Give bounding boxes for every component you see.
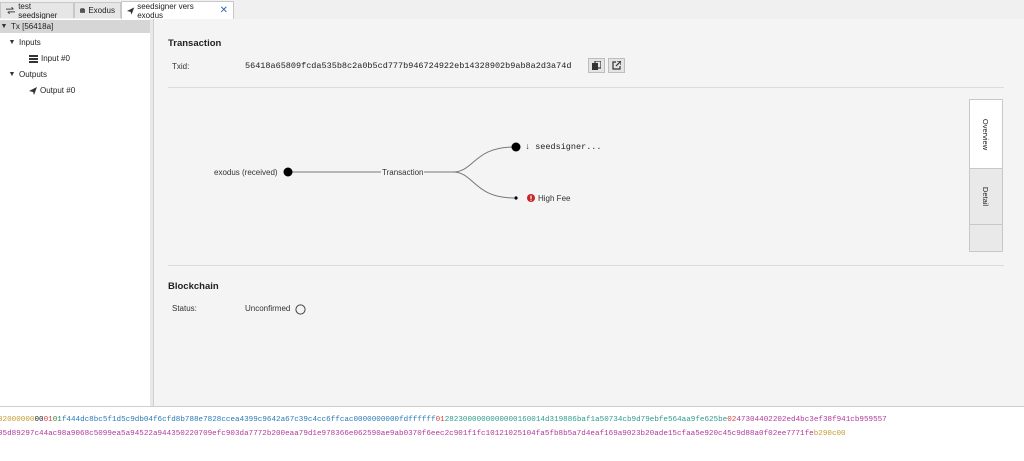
tree-sidebar: ▼ Tx [56418a] ▼ Inputs Input #0 ▼ Output… [0,19,151,406]
hex-line-2: 05d89297c44ac98a9068c5099ea5a94522a94435… [0,427,846,441]
raw-hex-panel[interactable]: 02000000000101f444dc8bc5f1d5c9db04f6cfd8… [0,406,1024,461]
hex-segment: 01 [43,416,53,424]
graph-fee-label: High Fee [538,194,571,203]
tab-bar: test seedsigner Exodus seedsigner vers e… [0,0,1024,20]
unconfirmed-circle-icon [295,304,306,315]
hex-segment: f444dc8bc5f1d5c9db04f6cfd8b788e7828ccea4… [61,416,354,424]
tab-detail-label: Detail [981,186,991,207]
graph-source-label: exodus (received) [214,168,278,177]
divider [168,265,1004,266]
hex-line-1: 02000000000101f444dc8bc5f1d5c9db04f6cfd8… [0,413,887,427]
graph-edge-fee [452,171,515,199]
tree-label: Outputs [19,70,48,79]
tree-item-outputs[interactable]: ▼ Outputs [8,68,47,81]
tree-label: Output #0 [40,86,76,95]
tree-label: Input #0 [41,54,70,63]
status-label: Status: [172,304,197,313]
hex-segment: 160014d319886baf1a50734cb9d79ebfe564aa9f… [517,416,728,424]
tab-exodus[interactable]: Exodus [74,2,121,18]
send-icon [127,6,135,15]
view-tabs: Overview Detail [969,99,1003,252]
tab-detail[interactable]: Detail [970,168,1002,225]
tx-icon [6,7,16,14]
tab-seedsigner-vers-exodus[interactable]: seedsigner vers exodus ✕ [121,1,234,20]
hex-segment: fdffffff [399,416,436,424]
caret-down-icon[interactable]: ▼ [0,23,8,30]
hex-segment: b290c00 [813,430,846,438]
input-node[interactable] [283,167,293,177]
tab-label: Exodus [88,6,115,15]
hex-segment: 47304402202ed4bc3ef38f941cb959557 [736,416,887,424]
hex-segment: 1025104fa5fb8b5a7d4eaf169a9023b20ade15cf… [503,430,814,438]
hex-segment: 2823000000000000 [444,416,518,424]
hex-segment: 00 [389,416,400,424]
tree-label: Inputs [19,38,41,47]
input-icon [29,54,38,63]
tree-item-tx[interactable]: ▼ Tx [56418a] [0,20,150,33]
transaction-graph [283,142,521,200]
main-panel: Transaction Txid: 56418a65809fcda535b8c2… [154,19,1024,406]
tab-overview[interactable]: Overview [970,100,1002,168]
tab-label: seedsigner vers exodus [137,1,194,20]
graph-output-label[interactable]: ↓ seedsigner... [525,142,602,152]
hex-segment: 00000000 [353,416,390,424]
hex-segment: 00 [34,416,44,424]
tree-item-inputs[interactable]: ▼ Inputs [8,36,41,49]
hex-segment: 05d89297c44ac98a9068c5099ea5a94522a94435… [0,430,504,438]
tab-overview-label: Overview [981,118,991,150]
tree-label: Tx [56418a] [11,22,54,31]
send-icon [29,86,37,95]
hex-segment: 02000000 [0,416,35,424]
output-node[interactable] [511,142,521,152]
graph-edge-output [452,146,515,173]
hex-segment: 01 [52,416,62,424]
hex-segment: 02 [727,416,737,424]
status-value: Unconfirmed [245,304,291,313]
tab-label: test seedsigner [18,1,58,20]
fee-node [514,196,518,200]
tree-item-input-0[interactable]: Input #0 [29,52,70,65]
tab-test-seedsigner[interactable]: test seedsigner [0,1,74,20]
warning-icon [527,194,535,202]
hex-segment: 01 [435,416,445,424]
graph-center-label: Transaction [382,168,424,177]
caret-down-icon[interactable]: ▼ [8,71,16,78]
tree-item-output-0[interactable]: Output #0 [29,84,75,97]
caret-down-icon[interactable]: ▼ [8,39,16,46]
blockchain-title: Blockchain [168,281,219,292]
wallet-icon [80,8,86,13]
close-icon[interactable]: ✕ [220,5,228,16]
